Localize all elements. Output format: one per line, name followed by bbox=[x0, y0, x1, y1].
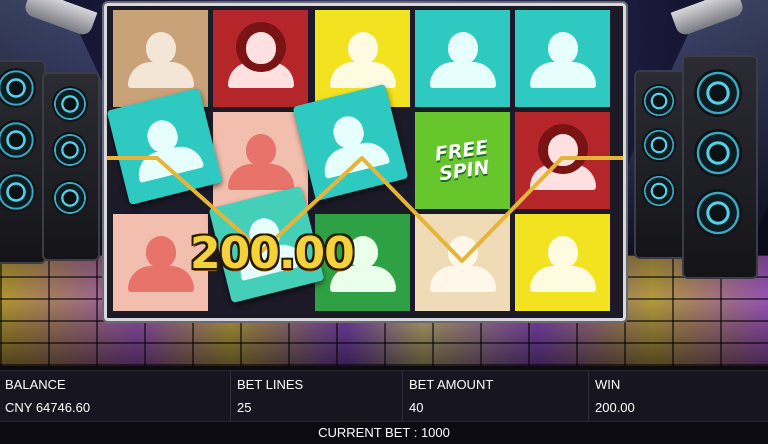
disco-stage: FREE SPIN 200.00 bbox=[0, 0, 768, 366]
balance-section: BALANCE CNY 64746.60 bbox=[0, 371, 231, 421]
bet-amount-value: 40 bbox=[409, 400, 424, 415]
bet-amount-section[interactable]: BET AMOUNT 40 bbox=[404, 371, 589, 421]
bet-lines-section[interactable]: BET LINES 25 bbox=[232, 371, 403, 421]
bet-lines-label: BET LINES bbox=[237, 377, 304, 392]
info-panel: BALANCE CNY 64746.60 BET LINES 25 BET AM… bbox=[0, 370, 768, 422]
bet-amount-label: BET AMOUNT bbox=[409, 377, 494, 392]
win-label: WIN bbox=[595, 377, 621, 392]
win-section: WIN 200.00 bbox=[590, 371, 768, 421]
slot-reels: FREE SPIN bbox=[104, 3, 626, 321]
win-value: 200.00 bbox=[595, 400, 635, 415]
speaker-right-inner-icon bbox=[634, 70, 686, 259]
payline bbox=[107, 156, 623, 263]
bet-lines-value: 25 bbox=[237, 400, 252, 415]
win-amount-display: 200.00 bbox=[190, 228, 355, 279]
balance-label: BALANCE bbox=[5, 377, 66, 392]
current-bet-text: CURRENT BET : 1000 bbox=[318, 425, 450, 440]
balance-value: CNY 64746.60 bbox=[5, 400, 91, 415]
speaker-right-outer-icon bbox=[682, 55, 758, 279]
speaker-left-outer-icon bbox=[0, 60, 46, 264]
speaker-left-inner-icon bbox=[42, 72, 100, 261]
